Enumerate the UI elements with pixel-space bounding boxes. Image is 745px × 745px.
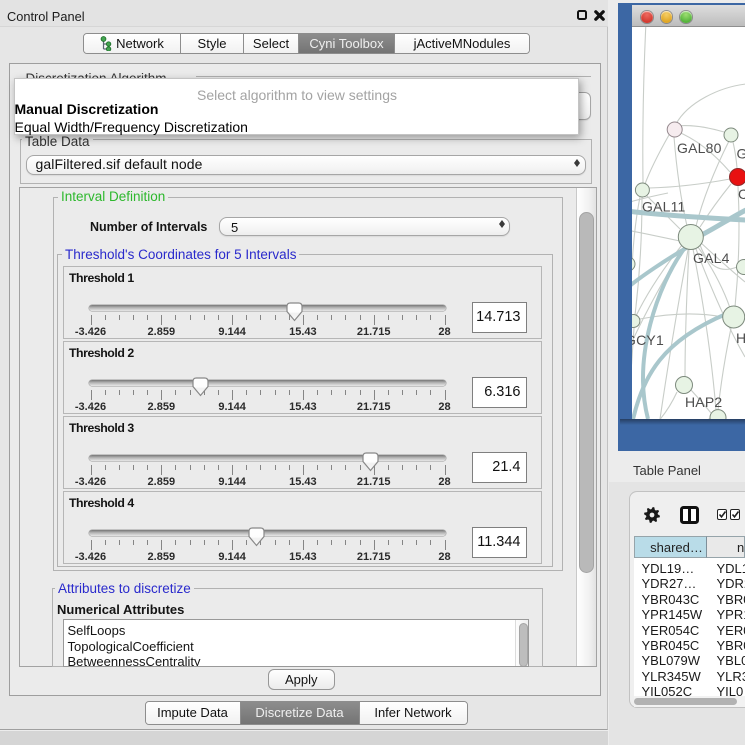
svg-text:GA: GA [737, 146, 745, 162]
svg-text:GAL11: GAL11 [642, 199, 686, 215]
svg-text:HI: HI [736, 330, 745, 346]
svg-text:GAL4: GAL4 [693, 250, 730, 266]
svg-text:GCY1: GCY1 [632, 332, 664, 348]
svg-text:GAL80: GAL80 [677, 140, 722, 156]
svg-text:HAP2: HAP2 [685, 394, 722, 410]
svg-text:C: C [738, 186, 745, 202]
